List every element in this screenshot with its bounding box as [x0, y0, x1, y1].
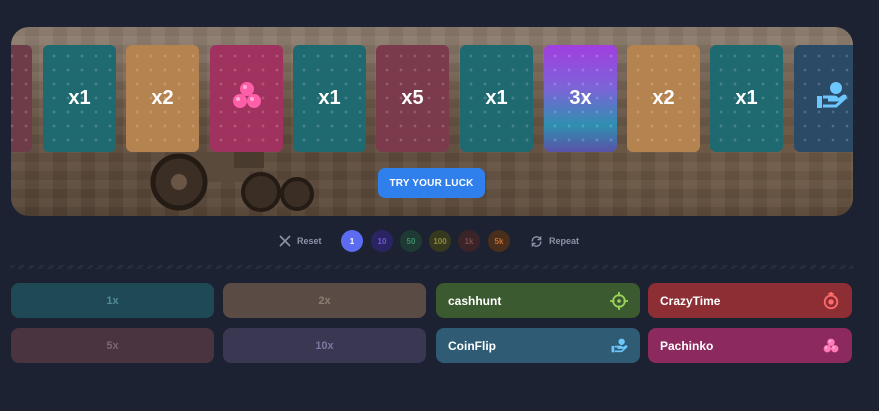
- try-your-luck-button[interactable]: TRY YOUR LUCK: [378, 168, 485, 198]
- bet-spot-label: 10x: [315, 339, 334, 352]
- bet-spot-5x[interactable]: 5x: [11, 328, 214, 363]
- wheel-card-label: x2: [652, 87, 675, 109]
- crosshair-icon: [610, 291, 628, 310]
- bet-spot-cashhunt[interactable]: cashhunt: [436, 283, 640, 318]
- reset-button[interactable]: Reset: [279, 229, 322, 253]
- close-icon: [279, 235, 291, 247]
- repeat-button[interactable]: Repeat: [530, 229, 579, 253]
- pachinko-balls-icon: [822, 337, 840, 355]
- wheel-card: x2: [627, 45, 700, 152]
- chip-label: 5k: [494, 236, 504, 246]
- chip-label: 50: [406, 236, 416, 246]
- bet-spot-label: 1x: [106, 294, 119, 307]
- wheel-card-label: x1: [735, 87, 758, 109]
- wheel-card: x1: [710, 45, 783, 152]
- pachinko-balls-icon: [230, 79, 264, 119]
- bet-spot-label: 2x: [318, 294, 331, 307]
- wheel-card-label: x1: [485, 87, 508, 109]
- bet-spot-label: 5x: [106, 339, 119, 352]
- wheel-card-label: x2: [151, 87, 174, 109]
- chip-1k[interactable]: 1k: [458, 230, 480, 252]
- bet-spot-pachinko[interactable]: Pachinko: [648, 328, 852, 363]
- wheel-card: x1: [43, 45, 116, 152]
- bet-spot-1x[interactable]: 1x: [11, 283, 214, 318]
- wheel-card-label: 3x: [569, 87, 592, 109]
- bet-controls: Reset 1 10 50 100 1k 5k Repeat: [0, 229, 879, 253]
- wheel-card: [11, 45, 32, 152]
- wheel-card: [210, 45, 283, 152]
- bet-spot-label: CrazyTime: [660, 293, 721, 308]
- bet-spot-2x[interactable]: 2x: [223, 283, 426, 318]
- chip-label: 100: [433, 236, 447, 246]
- wheel-card: x1: [460, 45, 533, 152]
- wheel-card: 3x: [544, 45, 617, 152]
- bet-spot-label: Pachinko: [660, 338, 714, 353]
- tractor-image: [150, 144, 314, 212]
- chip-1[interactable]: 1: [341, 230, 363, 252]
- bet-spot-crazytime[interactable]: CrazyTime: [648, 283, 852, 318]
- coinflip-hand-icon: [814, 79, 848, 119]
- chip-label: 10: [377, 236, 387, 246]
- wheel-card-label: x5: [401, 87, 424, 109]
- chip-5k[interactable]: 5k: [488, 230, 510, 252]
- wheel-card-label: x1: [318, 87, 341, 109]
- bet-spot-label: cashhunt: [448, 293, 502, 308]
- bet-spot-coinflip[interactable]: CoinFlip: [436, 328, 640, 363]
- chip-10[interactable]: 10: [371, 230, 393, 252]
- repeat-label: Repeat: [549, 236, 580, 246]
- wheel-card: x2: [126, 45, 199, 152]
- bet-spot-label: CoinFlip: [448, 338, 496, 353]
- wheel-card: [794, 45, 853, 152]
- wheel-card: x5: [376, 45, 449, 152]
- repeat-icon: [531, 235, 542, 247]
- game-stage: x1 x2 x1 x5 x1 3x x2 x1 TRY YOUR LUCK: [11, 27, 853, 216]
- chip-label: 1: [349, 236, 355, 246]
- bet-spot-10x[interactable]: 10x: [223, 328, 426, 363]
- coinflip-hand-icon: [610, 337, 628, 355]
- crazytime-wheel-icon: [822, 291, 840, 310]
- chip-label: 1k: [464, 236, 474, 246]
- chip-100[interactable]: 100: [429, 230, 451, 252]
- reset-label: Reset: [297, 236, 322, 246]
- chip-50[interactable]: 50: [400, 230, 422, 252]
- wheel-card: x1: [293, 45, 366, 152]
- section-divider: [11, 265, 853, 269]
- wheel-card-label: x1: [68, 87, 91, 109]
